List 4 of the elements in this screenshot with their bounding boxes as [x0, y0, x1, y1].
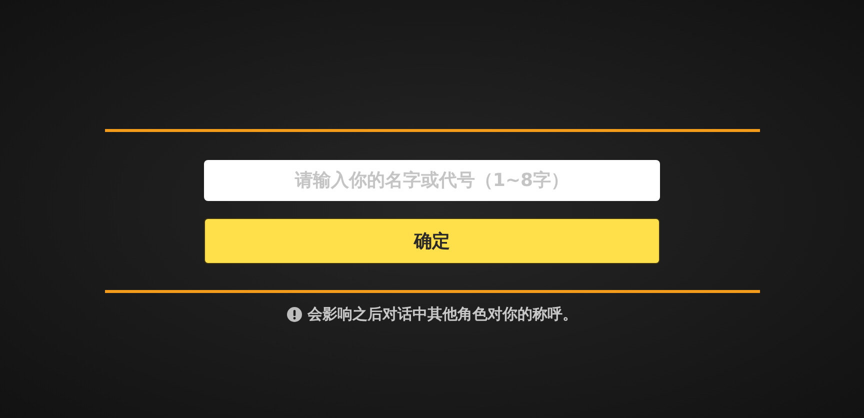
name-input-field[interactable]: 请输入你的名字或代号（1~8字） — [204, 160, 660, 201]
exclamation-icon — [286, 307, 302, 322]
note-text: 会影响之后对话中其他角色对你的称呼。 — [308, 305, 578, 324]
confirm-button[interactable]: 确定 — [204, 218, 660, 264]
